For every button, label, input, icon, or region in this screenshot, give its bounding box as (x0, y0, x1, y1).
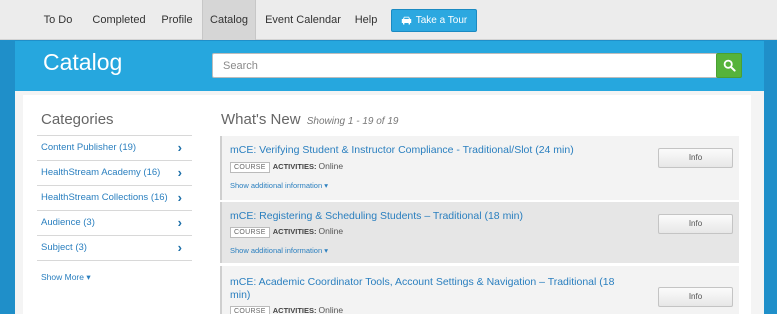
category-label: Content Publisher (19) (41, 142, 137, 153)
category-healthstream-collections[interactable]: HealthStream Collections (16) › (37, 186, 192, 211)
search-icon (723, 59, 736, 72)
category-content-publisher[interactable]: Content Publisher (19) › (37, 136, 192, 161)
category-healthstream-academy[interactable]: HealthStream Academy (16) › (37, 161, 192, 186)
category-audience[interactable]: Audience (3) › (37, 211, 192, 236)
nav-item-event-calendar[interactable]: Event Calendar (262, 0, 344, 40)
category-subject[interactable]: Subject (3) › (37, 236, 192, 261)
course-title-link[interactable]: mCE: Registering & Scheduling Students –… (230, 210, 523, 223)
search-input[interactable] (212, 53, 735, 78)
course-title-line: min) (230, 289, 251, 301)
activities-label: ACTIVITIES: (272, 162, 317, 171)
nav-item-catalog[interactable]: Catalog (202, 0, 256, 40)
top-navigation: To Do Completed Profile Catalog Event Ca… (0, 0, 777, 40)
results-count: Showing 1 - 19 of 19 (306, 116, 399, 127)
course-type-badge: COURSE (230, 162, 270, 173)
car-icon (401, 16, 411, 25)
nav-item-completed[interactable]: Completed (88, 0, 150, 40)
show-additional-info-link[interactable]: Show additional information ▾ (230, 181, 328, 190)
course-meta: COURSE ACTIVITIES: Online (230, 226, 343, 238)
activities-label: ACTIVITIES: (272, 306, 317, 314)
activities-value: Online (318, 161, 344, 171)
nav-item-todo[interactable]: To Do (34, 0, 82, 40)
info-button[interactable]: Info (658, 287, 733, 307)
course-item: mCE: Verifying Student & Instructor Comp… (220, 136, 739, 200)
chevron-right-icon: › (177, 140, 182, 155)
info-button[interactable]: Info (658, 214, 733, 234)
chevron-right-icon: › (177, 190, 182, 205)
activities-value: Online (318, 226, 344, 236)
nav-item-help[interactable]: Help (350, 0, 382, 40)
categories-list: Content Publisher (19) › HealthStream Ac… (37, 135, 192, 261)
nav-item-profile[interactable]: Profile (156, 0, 198, 40)
info-button[interactable]: Info (658, 148, 733, 168)
category-label: HealthStream Academy (16) (41, 167, 161, 178)
course-meta: COURSE ACTIVITIES: Online (230, 161, 343, 173)
course-title-link[interactable]: mCE: Verifying Student & Instructor Comp… (230, 144, 574, 157)
course-item: mCE: Registering & Scheduling Students –… (220, 202, 739, 263)
show-additional-info-link[interactable]: Show additional information ▾ (230, 246, 328, 255)
course-meta: COURSE ACTIVITIES: Online (230, 305, 343, 314)
course-title-link[interactable]: mCE: Academic Coordinator Tools, Account… (230, 276, 614, 302)
chevron-right-icon: › (177, 215, 182, 230)
chevron-right-icon: › (177, 240, 182, 255)
chevron-right-icon: › (177, 165, 182, 180)
categories-heading: Categories (41, 111, 114, 128)
category-label: Subject (3) (41, 242, 87, 253)
page-title: Catalog (43, 49, 123, 75)
whats-new-heading: What's New Showing 1 - 19 of 19 (221, 111, 398, 128)
take-a-tour-label: Take a Tour (415, 15, 468, 26)
search-button[interactable] (716, 53, 742, 78)
course-item: mCE: Academic Coordinator Tools, Account… (220, 266, 739, 314)
category-label: Audience (3) (41, 217, 95, 228)
take-a-tour-button[interactable]: Take a Tour (391, 9, 477, 32)
category-label: HealthStream Collections (16) (41, 192, 168, 203)
whats-new-title: What's New (221, 111, 301, 128)
activities-value: Online (318, 305, 344, 314)
course-type-badge: COURSE (230, 306, 270, 314)
show-more-link[interactable]: Show More ▾ (41, 272, 91, 283)
course-type-badge: COURSE (230, 227, 270, 238)
course-title-line: mCE: Academic Coordinator Tools, Account… (230, 276, 615, 288)
activities-label: ACTIVITIES: (272, 227, 317, 236)
